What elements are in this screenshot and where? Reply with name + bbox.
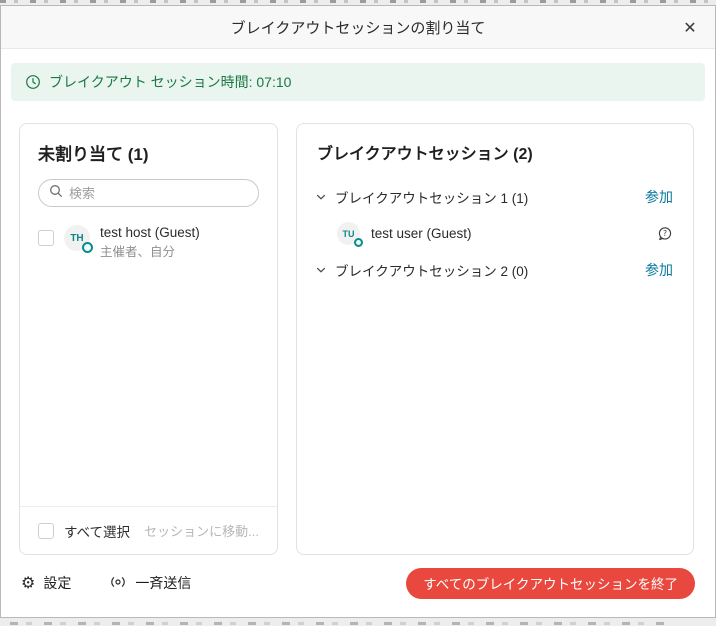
session-label: ブレイクアウトセッション 2 (0): [335, 260, 528, 280]
broadcast-label: 一斉送信: [135, 573, 191, 593]
search-icon: [49, 184, 63, 203]
unassigned-panel-footer: すべて選択 セッションに移動...: [20, 506, 277, 554]
sessions-panel-title: ブレイクアウトセッション (2): [297, 124, 693, 178]
avatar: TH: [64, 225, 90, 251]
session-1-participant-row[interactable]: TU test user (Guest) ?: [297, 216, 693, 251]
audio-status-badge: [354, 238, 363, 247]
breakout-assignment-dialog: ブレイクアウトセッションの割り当て ✕ ブレイクアウト セッション時間: 07:…: [0, 5, 716, 618]
unassigned-participant-row[interactable]: TH test host (Guest) 主催者、自分: [20, 223, 277, 261]
gear-icon: ⚙: [21, 575, 35, 591]
participant-name: test host (Guest): [100, 223, 200, 243]
avatar-initials: TH: [70, 233, 83, 244]
avatar: TU: [337, 222, 360, 245]
dialog-header: ブレイクアウトセッションの割り当て ✕: [1, 6, 715, 49]
search-input[interactable]: [69, 186, 248, 201]
spacer: [20, 261, 277, 506]
avatar-initials: TU: [343, 229, 355, 239]
session-timer-banner: ブレイクアウト セッション時間: 07:10: [11, 63, 705, 101]
participant-checkbox[interactable]: [38, 230, 54, 246]
dialog-title: ブレイクアウトセッションの割り当て: [231, 17, 486, 38]
help-chat-bubble-icon[interactable]: ?: [657, 226, 673, 242]
participant-subtitle: 主催者、自分: [100, 243, 200, 261]
chevron-down-icon[interactable]: [315, 264, 327, 276]
sessions-panel: ブレイクアウトセッション (2) ブレイクアウトセッション 1 (1) 参加 T…: [296, 123, 694, 555]
settings-label: 設定: [43, 573, 71, 593]
session-label: ブレイクアウトセッション 1 (1): [335, 187, 528, 207]
chevron-down-icon[interactable]: [315, 191, 327, 203]
participant-name: test user (Guest): [371, 226, 472, 241]
dialog-content: 未割り当て (1) TH test host (Guest): [1, 101, 715, 555]
unassigned-panel-title: 未割り当て (1): [20, 124, 277, 177]
broadcast-button[interactable]: 一斉送信: [109, 573, 191, 593]
dialog-footer: ⚙ 設定 一斉送信 すべてのブレイクアウトセッションを終了: [1, 555, 715, 617]
settings-button[interactable]: ⚙ 設定: [21, 573, 71, 593]
session-row-1[interactable]: ブレイクアウトセッション 1 (1) 参加: [297, 178, 693, 216]
move-to-session-button[interactable]: セッションに移動...: [144, 521, 259, 540]
join-session-1-link[interactable]: 参加: [645, 187, 673, 207]
broadcast-icon: [109, 574, 127, 593]
select-all-checkbox[interactable]: [38, 523, 54, 539]
audio-status-badge: [82, 242, 93, 253]
session-timer-text: ブレイクアウト セッション時間: 07:10: [49, 72, 291, 92]
join-session-2-link[interactable]: 参加: [645, 260, 673, 280]
close-icon[interactable]: ✕: [675, 12, 705, 42]
background-window-bottom-sliver: [0, 618, 716, 626]
session-row-2[interactable]: ブレイクアウトセッション 2 (0) 参加: [297, 251, 693, 289]
end-all-sessions-button[interactable]: すべてのブレイクアウトセッションを終了: [406, 568, 695, 599]
svg-text:?: ?: [663, 229, 667, 238]
select-all-label: すべて選択: [64, 521, 130, 541]
unassigned-panel: 未割り当て (1) TH test host (Guest): [19, 123, 278, 555]
participant-meta: test host (Guest) 主催者、自分: [100, 223, 200, 261]
clock-icon: [25, 74, 41, 90]
participant-search[interactable]: [38, 179, 259, 207]
